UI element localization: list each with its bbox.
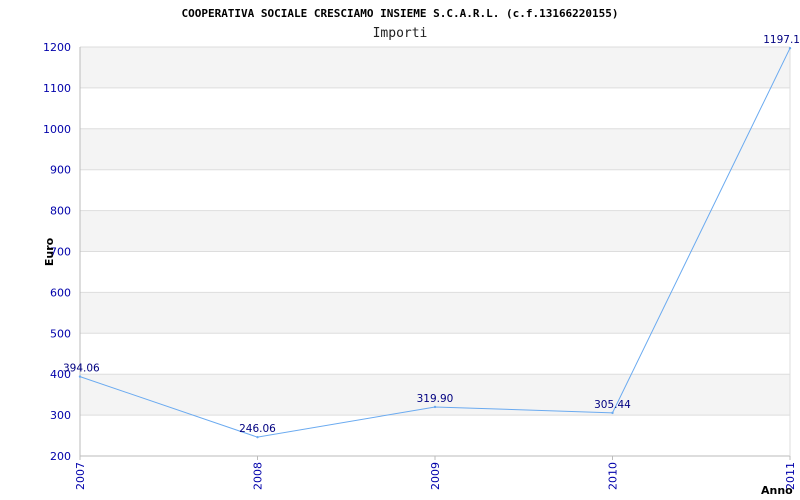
data-point xyxy=(78,375,82,378)
x-tick-label: 2008 xyxy=(252,462,265,490)
plot-band xyxy=(80,169,790,211)
x-tick-label: 2010 xyxy=(607,462,620,490)
y-tick-label: 1100 xyxy=(43,82,71,95)
chart-title: COOPERATIVA SOCIALE CRESCIAMO INSIEME S.… xyxy=(181,7,618,20)
data-label: 246.06 xyxy=(239,423,276,435)
x-axis-label: Anno xyxy=(761,484,793,497)
data-point xyxy=(433,405,437,409)
plot-band xyxy=(80,333,790,375)
y-tick-label: 200 xyxy=(50,450,71,463)
x-tick-label: 2009 xyxy=(429,462,442,490)
y-tick-label: 800 xyxy=(50,205,71,218)
y-tick-label: 1200 xyxy=(43,41,71,54)
y-tick-label: 1000 xyxy=(43,123,71,136)
data-label: 319.90 xyxy=(417,393,454,405)
plot-band xyxy=(80,87,790,129)
data-label: 394.06 xyxy=(63,363,100,375)
plot-band xyxy=(80,415,790,456)
y-tick-label: 600 xyxy=(50,286,71,299)
data-label: 1197.1 xyxy=(763,34,800,46)
plot-band xyxy=(80,47,790,88)
plot-band xyxy=(80,292,790,334)
y-tick-label: 900 xyxy=(50,164,71,177)
plot-band xyxy=(80,128,790,170)
data-point xyxy=(788,46,792,50)
data-label: 305.44 xyxy=(594,399,631,411)
y-tick-label: 500 xyxy=(50,327,71,340)
y-tick-label: 300 xyxy=(50,409,71,422)
chart-subtitle: Importi xyxy=(373,26,428,41)
x-tick-label: 2007 xyxy=(74,462,87,490)
data-point xyxy=(256,435,259,439)
data-point xyxy=(611,411,614,415)
line-chart: COOPERATIVA SOCIALE CRESCIAMO INSIEME S.… xyxy=(43,7,800,497)
plot-band xyxy=(80,210,790,252)
x-tick-labels: 2007 2008 2009 2010 2011 xyxy=(74,462,797,490)
y-axis-label: Euro xyxy=(43,237,56,266)
plot-band xyxy=(80,251,790,293)
